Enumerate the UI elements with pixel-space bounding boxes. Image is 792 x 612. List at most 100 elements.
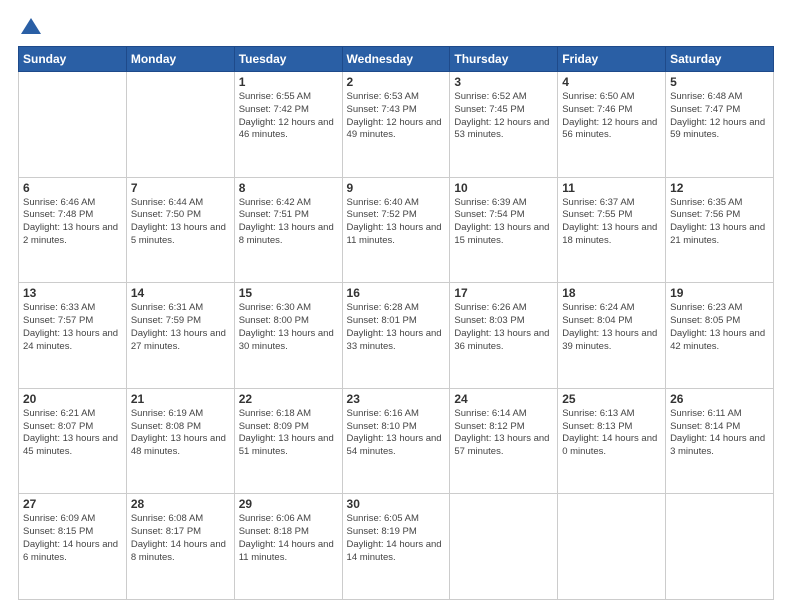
day-number: 14 — [131, 286, 230, 300]
calendar-cell: 12 Sunrise: 6:35 AM Sunset: 7:56 PM Dayli… — [666, 177, 774, 283]
day-number: 20 — [23, 392, 122, 406]
day-of-week-header: Wednesday — [342, 47, 450, 72]
calendar-cell: 28 Sunrise: 6:08 AM Sunset: 8:17 PM Dayli… — [126, 494, 234, 600]
calendar-cell: 5 Sunrise: 6:48 AM Sunset: 7:47 PM Daylig… — [666, 72, 774, 178]
calendar-header-row: SundayMondayTuesdayWednesdayThursdayFrid… — [19, 47, 774, 72]
day-info: Sunrise: 6:35 AM Sunset: 7:56 PM Dayligh… — [670, 197, 769, 248]
header — [18, 18, 774, 36]
day-info: Sunrise: 6:48 AM Sunset: 7:47 PM Dayligh… — [670, 91, 769, 142]
calendar-cell: 25 Sunrise: 6:13 AM Sunset: 8:13 PM Dayli… — [558, 388, 666, 494]
day-info: Sunrise: 6:24 AM Sunset: 8:04 PM Dayligh… — [562, 302, 661, 353]
day-number: 24 — [454, 392, 553, 406]
day-info: Sunrise: 6:05 AM Sunset: 8:19 PM Dayligh… — [347, 513, 446, 564]
logo — [18, 18, 41, 36]
calendar-cell: 6 Sunrise: 6:46 AM Sunset: 7:48 PM Daylig… — [19, 177, 127, 283]
calendar-cell: 9 Sunrise: 6:40 AM Sunset: 7:52 PM Daylig… — [342, 177, 450, 283]
day-number: 6 — [23, 181, 122, 195]
day-number: 21 — [131, 392, 230, 406]
calendar-cell: 21 Sunrise: 6:19 AM Sunset: 8:08 PM Dayli… — [126, 388, 234, 494]
day-info: Sunrise: 6:52 AM Sunset: 7:45 PM Dayligh… — [454, 91, 553, 142]
day-number: 7 — [131, 181, 230, 195]
day-of-week-header: Sunday — [19, 47, 127, 72]
day-number: 1 — [239, 75, 338, 89]
calendar-cell: 8 Sunrise: 6:42 AM Sunset: 7:51 PM Daylig… — [234, 177, 342, 283]
day-number: 13 — [23, 286, 122, 300]
day-info: Sunrise: 6:14 AM Sunset: 8:12 PM Dayligh… — [454, 408, 553, 459]
day-number: 16 — [347, 286, 446, 300]
day-info: Sunrise: 6:28 AM Sunset: 8:01 PM Dayligh… — [347, 302, 446, 353]
calendar-cell: 3 Sunrise: 6:52 AM Sunset: 7:45 PM Daylig… — [450, 72, 558, 178]
day-number: 18 — [562, 286, 661, 300]
calendar-cell: 15 Sunrise: 6:30 AM Sunset: 8:00 PM Dayli… — [234, 283, 342, 389]
day-number: 9 — [347, 181, 446, 195]
logo-triangle-icon — [21, 18, 41, 34]
day-number: 27 — [23, 497, 122, 511]
day-number: 15 — [239, 286, 338, 300]
calendar-cell: 1 Sunrise: 6:55 AM Sunset: 7:42 PM Daylig… — [234, 72, 342, 178]
calendar-cell: 16 Sunrise: 6:28 AM Sunset: 8:01 PM Dayli… — [342, 283, 450, 389]
day-info: Sunrise: 6:31 AM Sunset: 7:59 PM Dayligh… — [131, 302, 230, 353]
day-info: Sunrise: 6:55 AM Sunset: 7:42 PM Dayligh… — [239, 91, 338, 142]
day-number: 5 — [670, 75, 769, 89]
day-info: Sunrise: 6:23 AM Sunset: 8:05 PM Dayligh… — [670, 302, 769, 353]
day-of-week-header: Friday — [558, 47, 666, 72]
calendar-cell: 23 Sunrise: 6:16 AM Sunset: 8:10 PM Dayli… — [342, 388, 450, 494]
day-info: Sunrise: 6:08 AM Sunset: 8:17 PM Dayligh… — [131, 513, 230, 564]
day-info: Sunrise: 6:37 AM Sunset: 7:55 PM Dayligh… — [562, 197, 661, 248]
day-info: Sunrise: 6:40 AM Sunset: 7:52 PM Dayligh… — [347, 197, 446, 248]
day-info: Sunrise: 6:06 AM Sunset: 8:18 PM Dayligh… — [239, 513, 338, 564]
calendar-cell: 13Sunrise: 6:33 AM Sunset: 7:57 PM Dayli… — [19, 283, 127, 389]
day-info: Sunrise: 6:46 AM Sunset: 7:48 PM Dayligh… — [23, 197, 122, 248]
day-of-week-header: Monday — [126, 47, 234, 72]
day-number: 11 — [562, 181, 661, 195]
day-info: Sunrise: 6:19 AM Sunset: 8:08 PM Dayligh… — [131, 408, 230, 459]
day-info: Sunrise: 6:39 AM Sunset: 7:54 PM Dayligh… — [454, 197, 553, 248]
calendar-cell — [450, 494, 558, 600]
calendar-cell: 10 Sunrise: 6:39 AM Sunset: 7:54 PM Dayli… — [450, 177, 558, 283]
day-number: 12 — [670, 181, 769, 195]
calendar-week-row: 20 Sunrise: 6:21 AM Sunset: 8:07 PM Dayli… — [19, 388, 774, 494]
calendar-cell: 14 Sunrise: 6:31 AM Sunset: 7:59 PM Dayli… — [126, 283, 234, 389]
calendar-cell — [558, 494, 666, 600]
calendar-week-row: 13Sunrise: 6:33 AM Sunset: 7:57 PM Dayli… — [19, 283, 774, 389]
day-info: Sunrise: 6:09 AM Sunset: 8:15 PM Dayligh… — [23, 513, 122, 564]
day-info: Sunrise: 6:21 AM Sunset: 8:07 PM Dayligh… — [23, 408, 122, 459]
calendar-cell: 26 Sunrise: 6:11 AM Sunset: 8:14 PM Dayli… — [666, 388, 774, 494]
calendar-cell: 19Sunrise: 6:23 AM Sunset: 8:05 PM Dayli… — [666, 283, 774, 389]
calendar-cell: 7Sunrise: 6:44 AM Sunset: 7:50 PM Daylig… — [126, 177, 234, 283]
calendar-week-row: 1 Sunrise: 6:55 AM Sunset: 7:42 PM Daylig… — [19, 72, 774, 178]
day-number: 25 — [562, 392, 661, 406]
page: SundayMondayTuesdayWednesdayThursdayFrid… — [0, 0, 792, 612]
day-info: Sunrise: 6:13 AM Sunset: 8:13 PM Dayligh… — [562, 408, 661, 459]
day-of-week-header: Thursday — [450, 47, 558, 72]
day-number: 22 — [239, 392, 338, 406]
calendar-cell: 18 Sunrise: 6:24 AM Sunset: 8:04 PM Dayli… — [558, 283, 666, 389]
day-number: 28 — [131, 497, 230, 511]
calendar-week-row: 6 Sunrise: 6:46 AM Sunset: 7:48 PM Daylig… — [19, 177, 774, 283]
calendar-cell — [126, 72, 234, 178]
calendar-cell: 11 Sunrise: 6:37 AM Sunset: 7:55 PM Dayli… — [558, 177, 666, 283]
day-number: 30 — [347, 497, 446, 511]
calendar-table: SundayMondayTuesdayWednesdayThursdayFrid… — [18, 46, 774, 600]
day-info: Sunrise: 6:18 AM Sunset: 8:09 PM Dayligh… — [239, 408, 338, 459]
calendar-cell: 30 Sunrise: 6:05 AM Sunset: 8:19 PM Dayli… — [342, 494, 450, 600]
day-number: 23 — [347, 392, 446, 406]
calendar-cell: 20 Sunrise: 6:21 AM Sunset: 8:07 PM Dayli… — [19, 388, 127, 494]
day-number: 4 — [562, 75, 661, 89]
day-info: Sunrise: 6:11 AM Sunset: 8:14 PM Dayligh… — [670, 408, 769, 459]
calendar-cell: 4 Sunrise: 6:50 AM Sunset: 7:46 PM Daylig… — [558, 72, 666, 178]
calendar-cell — [19, 72, 127, 178]
day-of-week-header: Saturday — [666, 47, 774, 72]
day-number: 10 — [454, 181, 553, 195]
day-info: Sunrise: 6:42 AM Sunset: 7:51 PM Dayligh… — [239, 197, 338, 248]
calendar-cell: 24 Sunrise: 6:14 AM Sunset: 8:12 PM Dayli… — [450, 388, 558, 494]
day-number: 8 — [239, 181, 338, 195]
day-number: 3 — [454, 75, 553, 89]
calendar-cell — [666, 494, 774, 600]
day-info: Sunrise: 6:53 AM Sunset: 7:43 PM Dayligh… — [347, 91, 446, 142]
day-info: Sunrise: 6:50 AM Sunset: 7:46 PM Dayligh… — [562, 91, 661, 142]
calendar-cell: 22 Sunrise: 6:18 AM Sunset: 8:09 PM Dayli… — [234, 388, 342, 494]
day-info: Sunrise: 6:16 AM Sunset: 8:10 PM Dayligh… — [347, 408, 446, 459]
day-info: Sunrise: 6:30 AM Sunset: 8:00 PM Dayligh… — [239, 302, 338, 353]
day-number: 26 — [670, 392, 769, 406]
